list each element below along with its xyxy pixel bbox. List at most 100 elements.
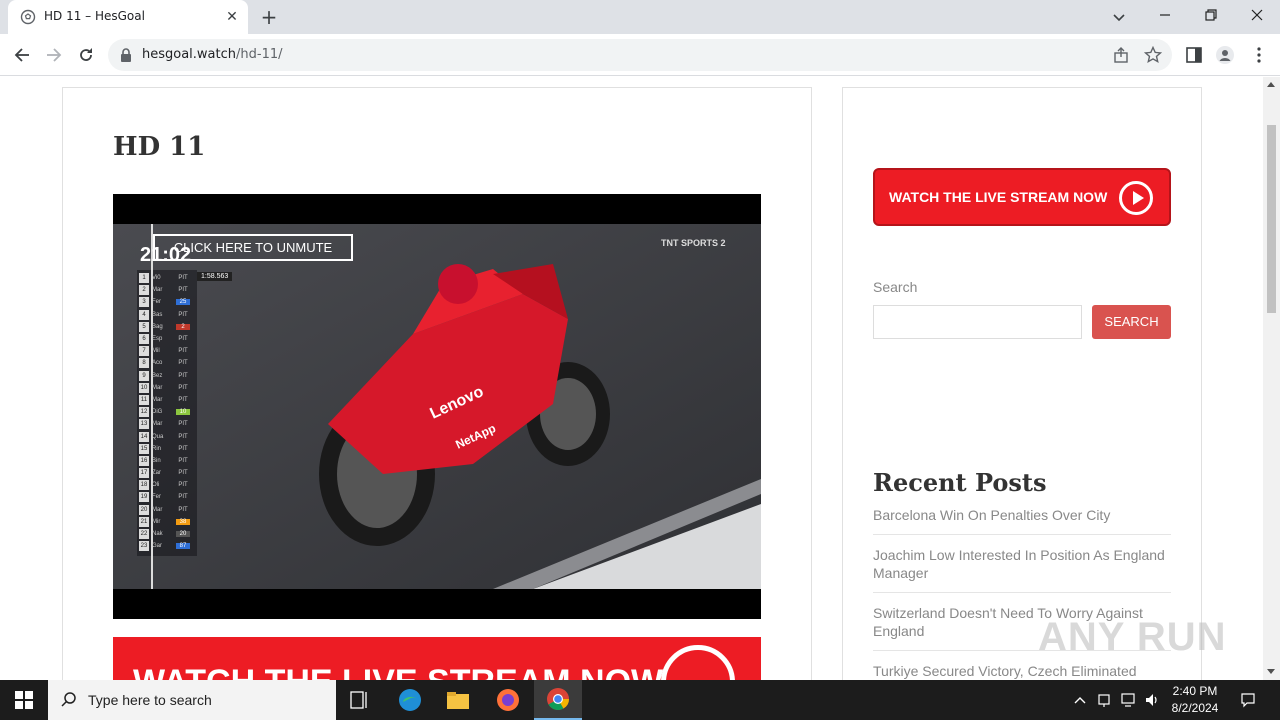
profile-avatar-icon[interactable] [1216,46,1234,64]
tab-close-icon[interactable]: ✕ [224,9,240,25]
video-player[interactable]: Lenovo NetApp 21:02 CLICK HERE TO UNMUTE… [113,194,761,619]
browser-tab[interactable]: HD 11 – HesGoal ✕ [8,0,248,34]
taskbar-search-box[interactable]: Type here to search [48,680,336,720]
scroll-up-arrow-icon[interactable] [1267,82,1275,87]
soccer-ball-icon [20,9,36,25]
video-frame[interactable]: Lenovo NetApp 21:02 CLICK HERE TO UNMUTE… [113,224,761,589]
scroll-thumb[interactable] [1267,125,1276,313]
search-input[interactable] [873,305,1082,339]
anyrun-watermark: ANY RUN [1038,615,1227,659]
leaderboard-position: 8 [139,358,149,369]
firefox-taskbar-button[interactable] [484,680,532,720]
start-button[interactable] [0,680,48,720]
chevron-up-icon[interactable] [1072,692,1088,708]
star-icon[interactable] [1144,46,1162,64]
taskbar-date[interactable]: 8/2/2024 [1166,701,1224,715]
leaderboard-position: 13 [139,419,149,430]
leaderboard-row: 3 Fer 25 [139,296,195,308]
edge-icon [399,689,421,711]
menu-kebab-icon[interactable] [1250,46,1268,64]
share-icon[interactable] [1112,46,1130,64]
leaderboard-status: PIT [178,275,188,282]
chrome-taskbar-button[interactable] [534,680,582,720]
recent-post-link[interactable]: Joachim Low Interested In Position As En… [873,544,1171,593]
minimize-button[interactable] [1142,0,1188,30]
side-panel-icon[interactable] [1185,46,1203,64]
search-button[interactable]: SEARCH [1092,305,1171,339]
leaderboard-position: 2 [139,285,149,296]
leaderboard-status: 87 [176,543,190,550]
leaderboard-position: 21 [139,516,149,527]
ethernet-icon[interactable] [1120,692,1136,708]
recent-post-link[interactable]: Barcelona Win On Penalties Over City [873,504,1171,535]
leaderboard-rider: Fer [152,299,161,306]
leaderboard-position: 3 [139,297,149,308]
leaderboard-status: PIT [178,311,188,318]
task-view-button[interactable] [336,680,384,720]
close-window-button[interactable] [1234,0,1280,30]
scroll-down-arrow-icon[interactable] [1267,669,1275,674]
leaderboard-status: PIT [178,482,188,489]
taskbar-search-placeholder: Type here to search [88,692,212,708]
file-explorer-taskbar-button[interactable] [434,680,482,720]
leaderboard-row: 12 DiG 10 [139,406,195,418]
leaderboard-status: PIT [178,360,188,367]
leaderboard-row: 5 Bag 2 [139,321,195,333]
leaderboard-position: 18 [139,480,149,491]
lock-icon [121,48,131,62]
broadcaster-logo: TNT SPORTS 2 [661,238,726,248]
chrome-icon [547,688,569,710]
leaderboard-row: 16 Bin PIT [139,455,195,467]
watch-live-banner-bottom[interactable]: WATCH THE LIVE STREAM NOW [113,637,761,680]
banner-bottom-label: WATCH THE LIVE STREAM NOW [133,663,663,680]
recent-post-link[interactable]: Turkiye Secured Victory, Czech Eliminate… [873,660,1171,680]
leaderboard-row: 21 Mir 38 [139,516,195,528]
restore-button[interactable] [1188,0,1234,30]
play-circle-icon [1119,181,1153,215]
leaderboard-row: 9 Bez PIT [139,370,195,382]
edge-taskbar-button[interactable] [386,680,434,720]
taskbar-time[interactable]: 2:40 PM [1166,684,1224,698]
lap-time: 1:58.563 [197,272,233,281]
watch-live-stream-button[interactable]: WATCH THE LIVE STREAM NOW [873,168,1171,226]
leaderboard-status: PIT [178,384,188,391]
chevron-down-icon[interactable] [1110,8,1128,26]
leaderboard-position: 22 [139,529,149,540]
leaderboard-rider: Mar [152,506,163,513]
leaderboard-status: PIT [178,421,188,428]
leaderboard-row: 17 Zar PIT [139,467,195,479]
new-tab-button[interactable]: + [258,6,280,28]
page-title: HD 11 [113,132,206,162]
leaderboard-status: PIT [178,470,188,477]
reload-button[interactable] [74,43,98,67]
leaderboard-row: 6 Esp PIT [139,333,195,345]
notification-icon[interactable] [1240,692,1256,708]
leaderboard-rider: Mar [152,396,163,403]
address-bar[interactable]: hesgoal.watch/hd-11/ [108,39,1172,71]
main-content-card: HD 11 Lenovo NetApp 21:02 CLICK HERE TO … [62,87,812,680]
network-device-icon[interactable] [1096,692,1112,708]
leaderboard-row: 7 Mil PIT [139,345,195,357]
arrow-left-icon [14,48,29,62]
leaderboard-row: 4 Bas PIT [139,309,195,321]
leaderboard-rider: Mir [152,518,161,525]
leaderboard-status: PIT [178,494,188,501]
leaderboard-status: PIT [178,433,188,440]
volume-icon[interactable] [1144,692,1160,708]
leaderboard-position: 23 [139,541,149,552]
tab-title: HD 11 – HesGoal [44,9,145,23]
back-button[interactable] [10,43,34,67]
leaderboard-position: 10 [139,382,149,393]
leaderboard-row: 11 Mar PIT [139,394,195,406]
leaderboard-position: 15 [139,443,149,454]
leaderboard-row: 2 Mar PIT [139,284,195,296]
leaderboard-status: PIT [178,372,188,379]
unmute-button[interactable]: CLICK HERE TO UNMUTE [153,234,353,261]
forward-button[interactable] [42,43,66,67]
leaderboard-row: 19 Fer PIT [139,491,195,503]
leaderboard-position: 17 [139,468,149,479]
page-scrollbar[interactable] [1263,77,1280,680]
leaderboard-status: 20 [176,531,190,538]
url-text: hesgoal.watch/hd-11/ [142,47,283,62]
leaderboard-row: 10 Mar PIT [139,382,195,394]
